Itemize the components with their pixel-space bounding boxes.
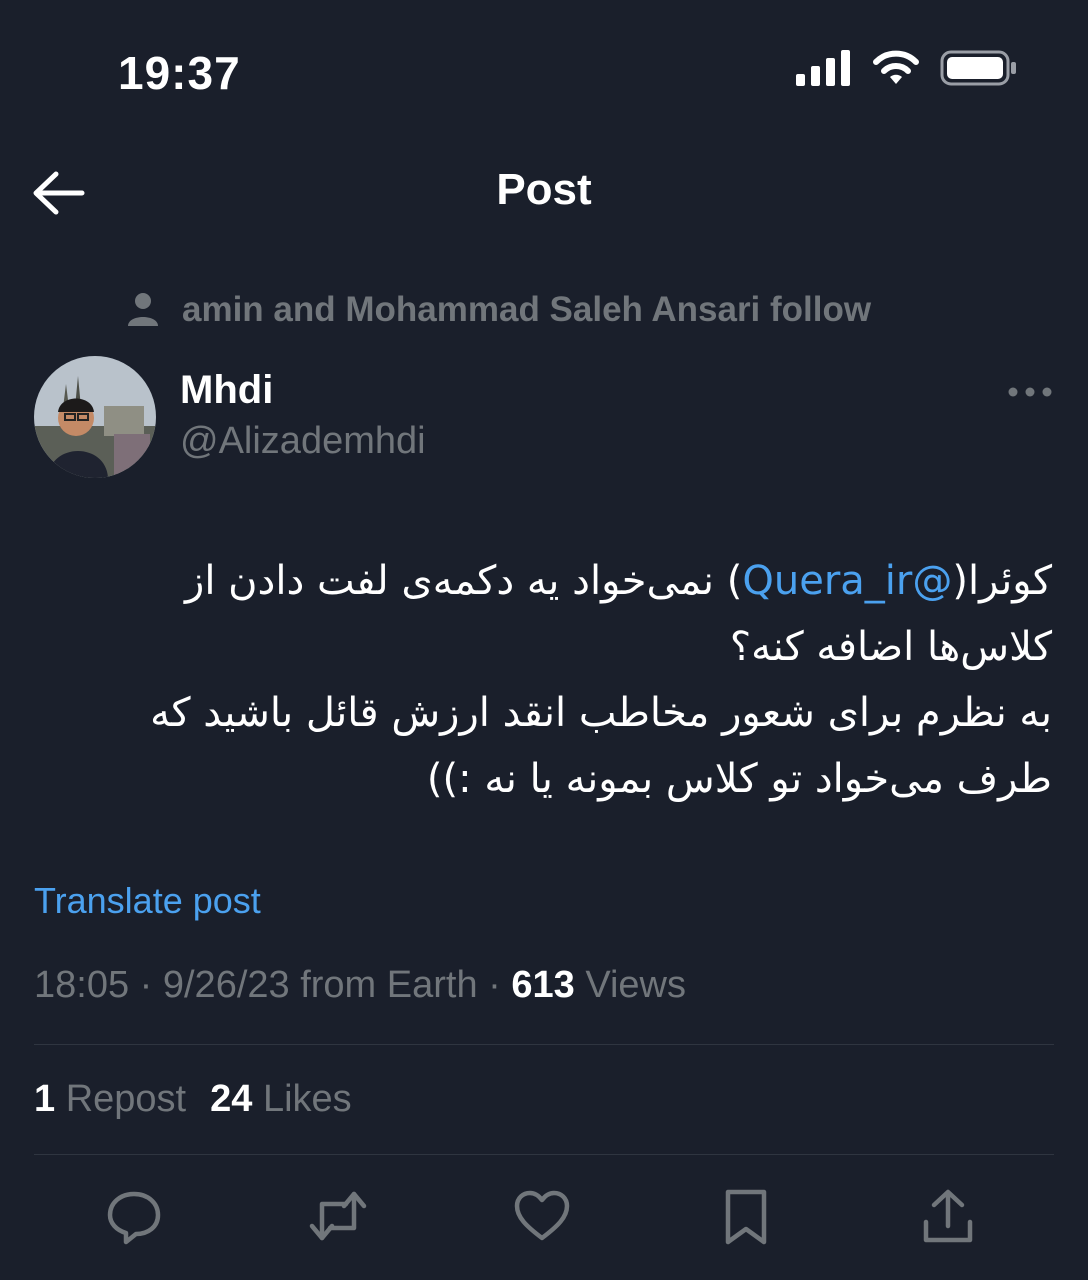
reply-icon — [107, 1191, 161, 1245]
translate-post-link[interactable]: Translate post — [34, 880, 261, 922]
post-text: کوئرا(@Quera_ir) نمی‌خواد یه دکمه‌ی لفت … — [60, 548, 1052, 812]
post-meta: 18:05 · 9/26/23 from Earth · 613 Views — [34, 964, 686, 1007]
bookmark-button[interactable] — [716, 1186, 776, 1246]
like-button[interactable] — [512, 1186, 572, 1246]
cellular-signal-icon — [796, 50, 850, 86]
share-button[interactable] — [918, 1186, 978, 1246]
likes-count: 24 — [210, 1078, 253, 1120]
engagement-stats: 1 Repost 24 Likes — [34, 1078, 352, 1121]
repost-icon — [309, 1191, 367, 1241]
reply-button[interactable] — [104, 1186, 164, 1246]
author-handle[interactable]: @Alizademhdi — [180, 420, 426, 463]
page-title: Post — [496, 165, 592, 214]
reposts-label: Repost — [55, 1078, 187, 1120]
repost-button[interactable] — [308, 1186, 368, 1246]
avatar[interactable] — [34, 356, 156, 478]
post-text-line: به نظرم برای شعور مخاطب انقد ارزش قائل ب… — [150, 690, 1052, 736]
share-icon — [923, 1189, 973, 1243]
action-bar — [0, 1186, 1088, 1250]
post-timestamp: 18:05 · 9/26/23 from Earth · — [34, 964, 512, 1006]
battery-icon — [940, 50, 1016, 86]
post-text-line: طرف می‌خواد تو کلاس بمونه یا نه :)) — [426, 756, 1052, 802]
post-text-segment: کوئرا( — [952, 558, 1052, 604]
reposts-stat[interactable]: 1 Repost — [34, 1078, 186, 1121]
likes-stat[interactable]: 24 Likes — [210, 1078, 352, 1121]
divider — [34, 1154, 1054, 1155]
wifi-icon — [873, 50, 919, 84]
reposts-count: 1 — [34, 1078, 56, 1120]
status-icons — [796, 50, 1018, 86]
mention-link[interactable]: @Quera_ir — [742, 558, 952, 604]
social-context-text[interactable]: amin and Mohammad Saleh Ansari follow — [182, 290, 871, 330]
more-horizontal-icon — [1008, 387, 1052, 397]
divider — [34, 1044, 1054, 1045]
social-context: amin and Mohammad Saleh Ansari follow — [126, 290, 871, 330]
bookmark-icon — [725, 1189, 767, 1245]
views-count[interactable]: 613 — [511, 964, 574, 1006]
person-icon — [128, 293, 158, 326]
author-name[interactable]: Mhdi — [180, 368, 273, 413]
status-time: 19:37 — [118, 47, 241, 99]
views-label: Views — [574, 964, 687, 1006]
likes-label: Likes — [252, 1078, 352, 1120]
like-icon — [514, 1190, 570, 1241]
more-button[interactable] — [1006, 378, 1054, 406]
